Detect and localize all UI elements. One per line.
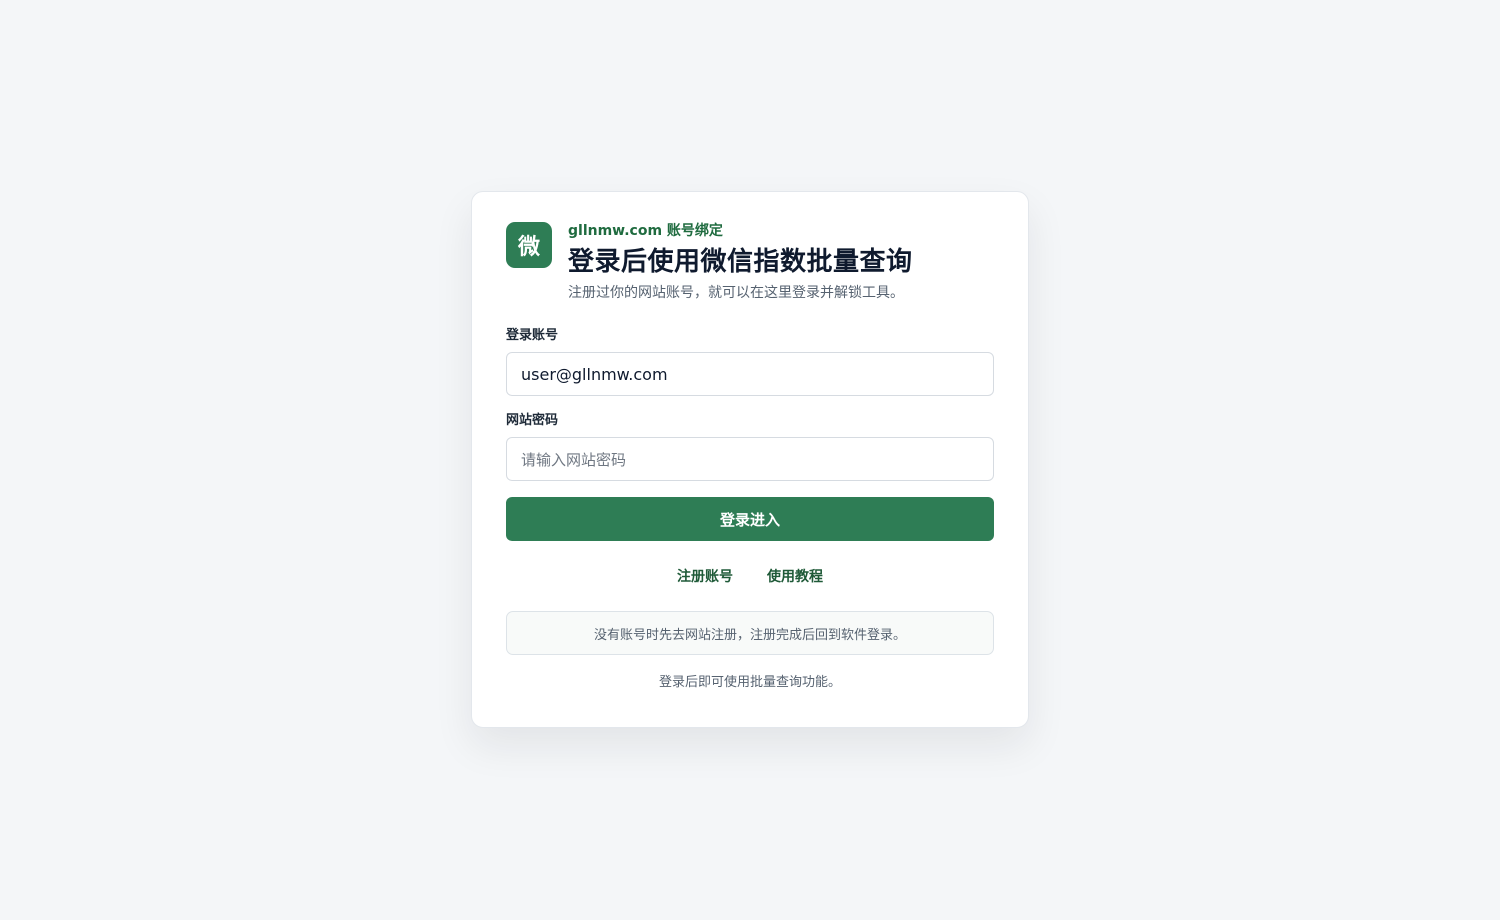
password-field-group: 网站密码 xyxy=(506,412,994,481)
footer-note: 登录后即可使用批量查询功能。 xyxy=(658,675,841,690)
account-input[interactable] xyxy=(506,352,994,396)
register-notice: 没有账号时先去网站注册，注册完成后回到软件登录。 xyxy=(506,611,994,655)
account-label: 登录账号 xyxy=(506,328,559,343)
login-button[interactable]: 登录进入 xyxy=(506,497,994,541)
password-label: 网站密码 xyxy=(506,413,559,428)
password-input[interactable] xyxy=(506,437,994,481)
card-header: 微 gllnmw.com 账号绑定 登录后使用微信指数批量查询 注册过你的网站账… xyxy=(506,222,994,303)
login-form: 登录账号 网站密码 登录进入 xyxy=(506,327,994,541)
page-title: 登录后使用微信指数批量查询 xyxy=(568,247,913,277)
header-text: gllnmw.com 账号绑定 登录后使用微信指数批量查询 注册过你的网站账号，… xyxy=(568,222,913,303)
site-binding-label: gllnmw.com 账号绑定 xyxy=(568,223,723,239)
auxiliary-links: 注册账号 使用教程 xyxy=(506,567,994,587)
wechat-logo-icon: 微 xyxy=(506,222,552,268)
tutorial-link[interactable]: 使用教程 xyxy=(767,567,823,587)
account-field-group: 登录账号 xyxy=(506,327,994,396)
login-card: 微 gllnmw.com 账号绑定 登录后使用微信指数批量查询 注册过你的网站账… xyxy=(471,191,1029,728)
register-link[interactable]: 注册账号 xyxy=(677,567,733,587)
page-subtitle: 注册过你的网站账号，就可以在这里登录并解锁工具。 xyxy=(568,285,904,301)
